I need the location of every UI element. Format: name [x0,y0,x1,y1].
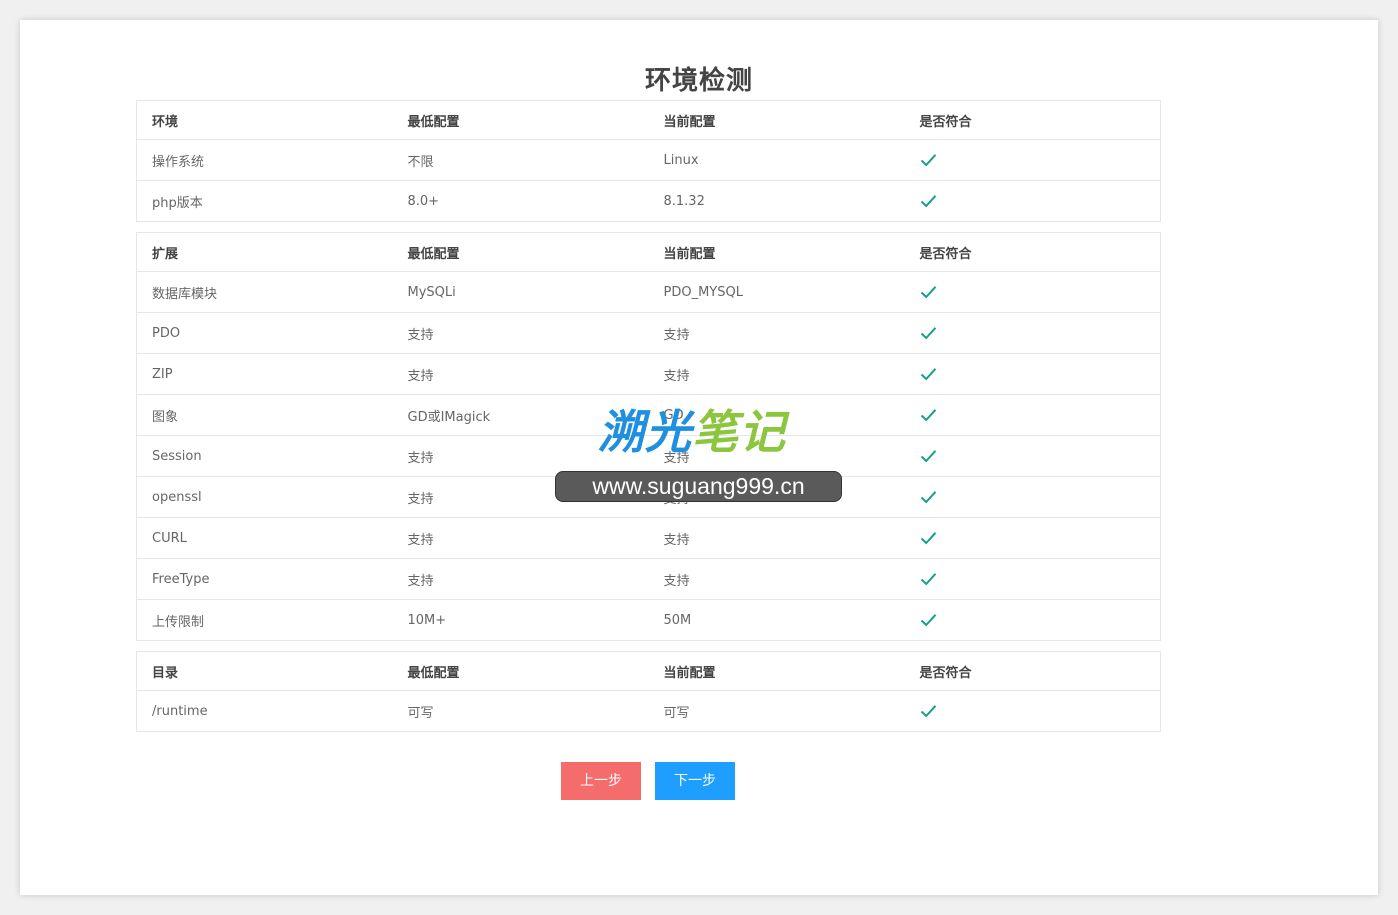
next-step-button[interactable]: 下一步 [655,762,735,800]
table-row: FreeType 支持 支持 [136,558,1161,600]
table-row: CURL 支持 支持 [136,517,1161,559]
cell-current: 支持 [648,558,905,600]
cell-current: 50M [663,612,692,628]
cell-name: php版本 [152,195,203,211]
header-min: 最低配置 [392,100,649,140]
check-icon [920,367,937,382]
cell-name: openssl [136,476,393,518]
cell-min: 支持 [392,476,649,518]
cell-name: CURL [136,517,393,559]
header-ok: 是否符合 [904,651,1161,691]
cell-name: 操作系统 [136,139,393,181]
cell-ok [904,476,1161,518]
cell-min: MySQLi [392,271,649,313]
cell-current: 支持 [648,517,905,559]
header-ok: 是否符合 [904,232,1161,272]
cell-ok [904,312,1161,354]
cell-current: 8.1.32 [663,193,705,209]
check-icon [920,531,937,546]
cell-min: 10M+ [407,612,447,628]
cell-current: 支持 [648,353,905,395]
check-icon [920,326,937,341]
environment-table: 环境 最低配置 当前配置 是否符合 操作系统 不限 Linux php版本 8.0+ 8.1.32 [136,100,1161,222]
header-min: 最低配置 [392,651,649,691]
cell-name: 数据库模块 [136,271,393,313]
cell-min: 支持 [392,558,649,600]
cell-name: 上传限制 [152,614,205,630]
header-current: 当前配置 [648,100,905,140]
header-min: 最低配置 [392,232,649,272]
check-icon [920,704,937,719]
cell-current: Linux [648,139,905,181]
table-header-row: 目录 最低配置 当前配置 是否符合 [136,651,1161,691]
cell-current: PDO_MYSQL [648,271,905,313]
cell-min: GD或IMagick [392,394,649,436]
cell-current: 支持 [648,435,905,477]
header-name: 扩展 [136,232,393,272]
cell-name: PDO [136,312,393,354]
table-row: 上传限制 10M+ 50M [137,600,1161,641]
cell-current: 支持 [648,476,905,518]
header-current: 当前配置 [648,232,905,272]
table-header-row: 环境 最低配置 当前配置 是否符合 [136,100,1161,140]
cell-min: 支持 [392,312,649,354]
header-ok: 是否符合 [904,100,1161,140]
table-row: php版本 8.0+ 8.1.32 [137,181,1161,222]
check-icon [920,153,937,168]
cell-current: 支持 [648,312,905,354]
extension-table: 扩展 最低配置 当前配置 是否符合 数据库模块 MySQLi PDO_MYSQL PDO 支持支… [136,232,1161,641]
cell-min: 8.0+ [407,193,440,209]
cell-ok [904,353,1161,395]
check-icon [920,490,937,505]
cell-min: 可写 [407,705,434,721]
cell-min: 不限 [392,139,649,181]
cell-min: 支持 [392,517,649,559]
table-row: 操作系统 不限 Linux [136,139,1161,181]
header-current: 当前配置 [648,651,905,691]
cell-name: /runtime [152,703,208,719]
cell-name: Session [136,435,393,477]
cell-min: 支持 [392,435,649,477]
cell-name: FreeType [136,558,393,600]
cell-ok [905,691,1161,732]
cell-ok [905,181,1161,222]
cell-ok [904,139,1161,181]
cell-ok [904,517,1161,559]
check-icon [920,572,937,587]
cell-ok [904,394,1161,436]
header-name: 目录 [136,651,393,691]
check-icon [920,285,937,300]
table-header-row: 扩展 最低配置 当前配置 是否符合 [136,232,1161,272]
check-icon [920,408,937,423]
cell-ok [904,435,1161,477]
table-row: ZIP 支持 支持 [136,353,1161,395]
table-row: /runtime 可写 可写 [137,691,1161,732]
table-row: openssl 支持 支持 [136,476,1161,518]
previous-step-button[interactable]: 上一步 [561,762,641,800]
directory-table: 目录 最低配置 当前配置 是否符合/runtime 可写 可写 [136,651,1161,732]
cell-name: ZIP [136,353,393,395]
check-icon [920,613,937,628]
cell-min: 支持 [392,353,649,395]
cell-ok [905,600,1161,641]
install-card: 环境检测 环境 最低配置 当前配置 是否符合 操作系统 不限 Linux php版本 8.0+ 8… [20,20,1378,895]
cell-name: 图象 [136,394,393,436]
header-name: 环境 [136,100,393,140]
table-row: PDO 支持 支持 [136,312,1161,354]
table-row: 数据库模块 MySQLi PDO_MYSQL [136,271,1161,313]
check-icon [920,194,937,209]
cell-ok [904,558,1161,600]
table-row: 图象 GD或IMagick GD [136,394,1161,436]
table-row: Session 支持 支持 [136,435,1161,477]
cell-current: 可写 [663,705,690,721]
cell-current: GD [648,394,905,436]
cell-ok [904,271,1161,313]
page-title: 环境检测 [644,66,753,96]
check-icon [920,449,937,464]
